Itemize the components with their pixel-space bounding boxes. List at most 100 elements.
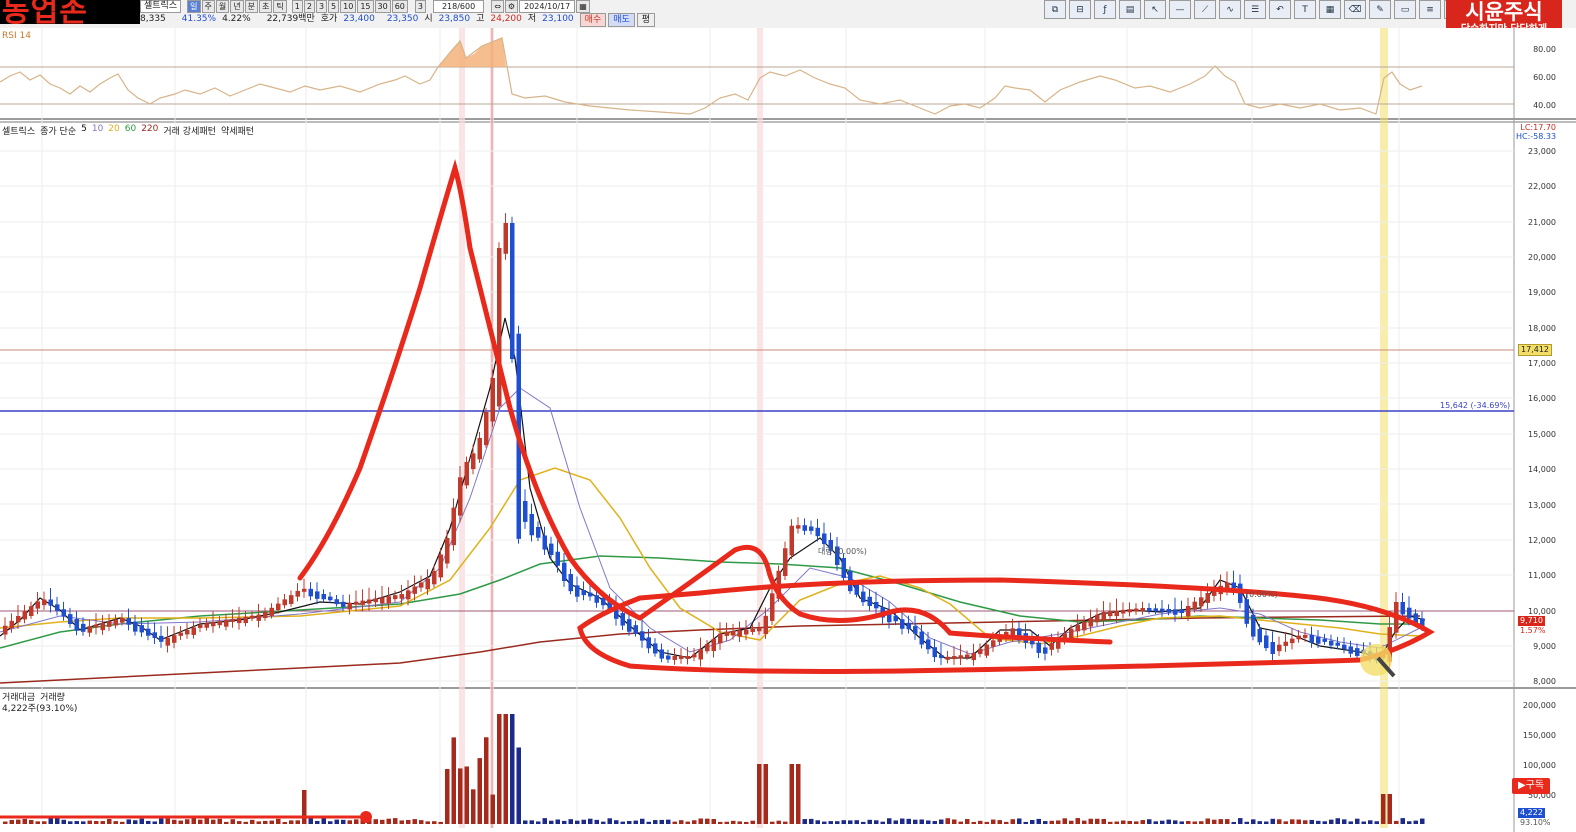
volume-bar [1153, 821, 1158, 824]
chart-canvas[interactable] [0, 28, 1576, 832]
sell-button[interactable]: 매도 [608, 12, 635, 27]
cursor-icon[interactable]: ↖ [1144, 0, 1166, 19]
subscribe-button[interactable]: ▶구독 [1512, 778, 1550, 794]
candle-body [146, 628, 151, 636]
wave-icon[interactable]: ∿ [1219, 0, 1241, 19]
interval-5-button[interactable]: 5 [328, 0, 340, 13]
volume-bar [1121, 820, 1126, 824]
period-week-button[interactable]: 주 [201, 0, 215, 13]
interval-1-button[interactable]: 1 [291, 0, 303, 13]
candle-body [263, 612, 268, 619]
candle-body [679, 656, 684, 659]
period-minute-button[interactable]: 분 [244, 0, 258, 13]
channel-logo-text: 동업존 [2, 0, 88, 24]
volume-bar [341, 819, 346, 824]
candle-body [412, 586, 417, 594]
interval-60-button[interactable]: 60 [391, 0, 408, 13]
candle-body [29, 606, 34, 617]
candle-body [789, 525, 794, 556]
volume-bar [575, 820, 580, 824]
resistance-tag: 17,412 [1518, 344, 1552, 356]
volume-bar [581, 819, 586, 824]
candle-body [425, 578, 430, 590]
volume-bar [185, 819, 190, 824]
candle-body [1036, 642, 1041, 653]
fx-icon[interactable]: ƒ [1094, 0, 1116, 19]
candle-body [373, 598, 378, 603]
candle-body [1257, 629, 1262, 643]
volume-bar [1114, 821, 1119, 824]
volume-bar [562, 820, 567, 824]
candle-body [432, 570, 437, 585]
date-field[interactable]: 2024/10/17 [519, 0, 576, 13]
volume-bar [835, 821, 840, 824]
period-day-button[interactable]: 일 [187, 0, 201, 13]
chart-icon[interactable]: ▤ [1119, 0, 1141, 19]
list-icon[interactable]: ≡ [1419, 0, 1441, 19]
drawing-toolbar: ⧉ ⊟ ƒ ▤ ↖ — ⟋ ∿ ☰ ↶ T ▦ ⌫ ✎ ▭ ≡ ⫿ [1044, 0, 1469, 19]
volume-bar [308, 818, 313, 824]
settings-icon[interactable]: ⚙ [504, 0, 519, 13]
volume-bar [464, 766, 469, 824]
buy-button[interactable]: 매수 [579, 12, 607, 27]
interval-10-button[interactable]: 10 [340, 0, 357, 13]
volume-bar [1212, 819, 1217, 824]
period-year-button[interactable]: 년 [230, 0, 244, 13]
volume-bar [1283, 821, 1288, 824]
candle-body [360, 600, 365, 605]
grid-icon[interactable]: ▦ [1319, 0, 1341, 19]
eraser-icon[interactable]: ⌫ [1344, 0, 1366, 19]
candle-body [1127, 609, 1132, 613]
fib-icon[interactable]: ☰ [1244, 0, 1266, 19]
volume-bar [1316, 820, 1321, 824]
candle-body [490, 378, 495, 422]
candle-body [562, 562, 567, 582]
candle-body [1088, 618, 1093, 627]
trendline-icon[interactable]: ⟋ [1194, 0, 1216, 19]
volume-bar [94, 821, 99, 824]
interval-30-button[interactable]: 30 [374, 0, 391, 13]
stock-name-field[interactable]: 셀트릭스 [140, 0, 182, 13]
volume-bar [1108, 821, 1113, 824]
zoom-icon[interactable]: ⇔ [491, 0, 504, 13]
volume-bar [87, 820, 92, 824]
undo-icon[interactable]: ↶ [1269, 0, 1291, 19]
volume-bar [1296, 819, 1301, 824]
period-tick-button[interactable]: 틱 [273, 0, 287, 13]
candle-body [406, 590, 411, 600]
interval-custom-field[interactable]: 3 [414, 0, 426, 13]
layout-icon[interactable]: ⧉ [1044, 0, 1066, 19]
interval-15-button[interactable]: 15 [357, 0, 374, 13]
volume-bar [555, 819, 560, 824]
volume-bar [1231, 821, 1236, 824]
candle-body [126, 618, 131, 625]
pen-icon[interactable]: ✎ [1369, 0, 1391, 19]
candle-body [230, 618, 235, 622]
candle-body [42, 599, 47, 606]
volume-bar [1335, 818, 1340, 824]
calendar-icon[interactable]: ▦ [576, 0, 590, 13]
text-icon[interactable]: T [1294, 0, 1316, 19]
data-count-field[interactable]: 218/600 [432, 0, 485, 13]
textbox-icon[interactable]: ▭ [1394, 0, 1416, 19]
volume-bar [1166, 819, 1171, 824]
legend-weak-pattern: 약세패턴 [220, 127, 255, 137]
volume-bar [614, 820, 619, 824]
period-month-button[interactable]: 월 [215, 0, 230, 13]
volume-bar [334, 819, 339, 824]
volume-bar [542, 818, 547, 824]
eval-button[interactable]: 평 [636, 12, 656, 27]
rsi-axis-60: 60.00 [1533, 73, 1556, 82]
volume-bar [744, 821, 749, 824]
price-axis-tick: 16,000 [1528, 394, 1556, 404]
volume-bar [828, 821, 833, 824]
legend-ma10: 10 [91, 124, 104, 134]
hline-icon[interactable]: — [1169, 0, 1191, 19]
split-icon[interactable]: ⊟ [1069, 0, 1091, 19]
period-second-button[interactable]: 초 [259, 0, 273, 13]
interval-3-button[interactable]: 3 [315, 0, 328, 13]
candle-body [945, 656, 950, 660]
candle-body [120, 618, 125, 623]
interval-2-button[interactable]: 2 [303, 0, 315, 13]
candle-body [1231, 582, 1236, 589]
